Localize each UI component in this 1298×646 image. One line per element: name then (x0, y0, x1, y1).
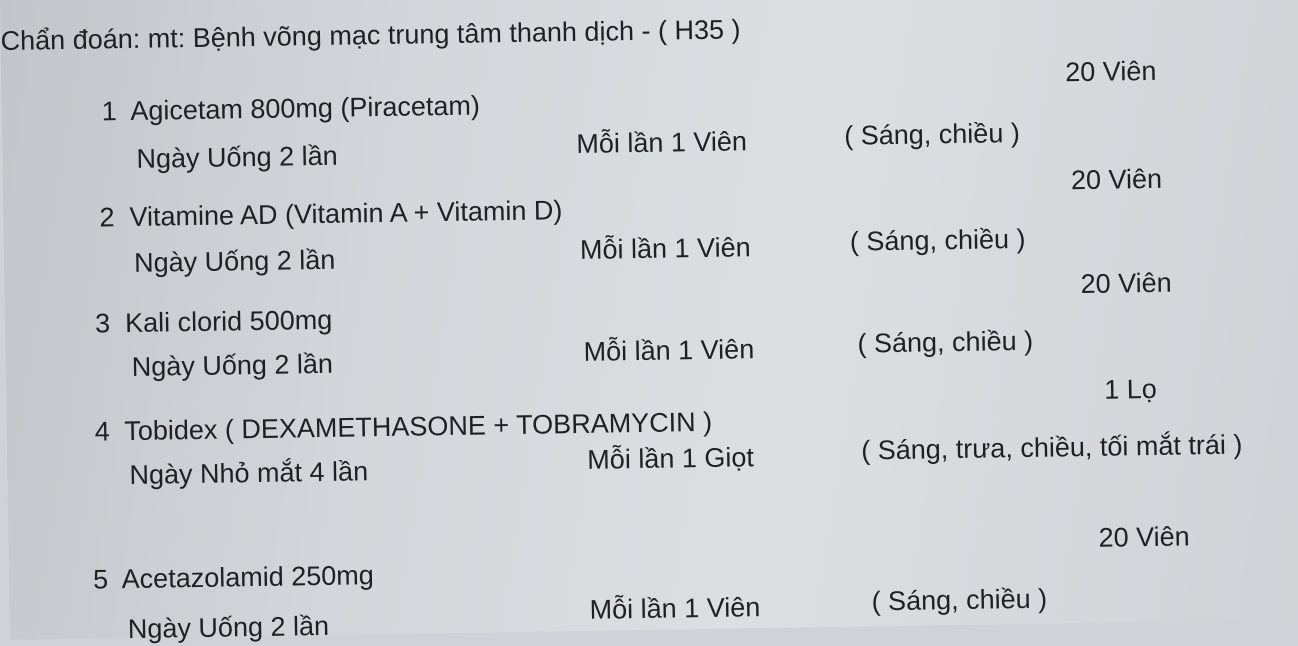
item-4-usage: Ngày Nhỏ mắt 4 lần (129, 456, 369, 491)
item-4-dose: Mỗi lần 1 Giọt (587, 442, 755, 475)
item-1-quantity: 20 Viên (1065, 55, 1157, 88)
item-4-drug: Tobidex ( DEXAMETHASONE + TOBRAMYCIN ) (124, 406, 713, 447)
item-5-dose: Mỗi lần 1 Viên (589, 592, 761, 625)
item-2-name: 2 Vitamine AD (Vitamin A + Vitamin D) (99, 195, 562, 232)
item-2-time: ( Sáng, chiều ) (849, 223, 1026, 257)
item-5-quantity: 20 Viên (1098, 521, 1190, 553)
item-3-usage: Ngày Uống 2 lần (131, 348, 334, 382)
item-2-dose: Mỗi lần 1 Viên (579, 232, 751, 265)
item-4-name: 4 Tobidex ( DEXAMETHASONE + TOBRAMYCIN ) (95, 407, 713, 447)
item-3-time: ( Sáng, chiều ) (857, 325, 1034, 359)
item-4-quantity: 1 Lọ (1104, 373, 1158, 405)
item-5-usage: Ngày Uống 2 lần (127, 610, 330, 645)
item-4-time: ( Sáng, trưa, chiều, tối mắt trái ) (860, 429, 1243, 466)
item-1-name: 1 Agicetam 800mg (Piracetam) (102, 90, 481, 126)
item-2-usage: Ngày Uống 2 lần (133, 244, 336, 278)
item-2-drug: Vitamine AD (Vitamin A + Vitamin D) (129, 195, 563, 232)
item-3-quantity: 20 Viên (1080, 267, 1172, 300)
item-3-name: 3 Kali clorid 500mg (95, 305, 333, 339)
item-3-drug: Kali clorid 500mg (124, 304, 333, 339)
item-1-number: 1 (101, 96, 118, 127)
item-2-quantity: 20 Viên (1070, 163, 1163, 196)
item-5-name: 5 Acetazolamid 250mg (93, 560, 374, 594)
diagnosis-line: Chẩn đoán: mt: Bệnh võng mạc trung tâm t… (0, 14, 741, 56)
item-1-dose: Mỗi lần 1 Viên (576, 126, 748, 159)
item-1-usage: Ngày Uống 2 lần (136, 140, 338, 174)
item-5-number: 5 (92, 564, 109, 595)
item-4-number: 4 (94, 416, 111, 447)
prescription-paper: Chẩn đoán: mt: Bệnh võng mạc trung tâm t… (0, 0, 1298, 644)
item-5-time: ( Sáng, chiều ) (871, 583, 1048, 617)
item-3-dose: Mỗi lần 1 Viên (583, 334, 755, 367)
item-5-drug: Acetazolamid 250mg (121, 560, 375, 595)
item-3-number: 3 (94, 308, 111, 339)
item-1-drug: Agicetam 800mg (Piracetam) (130, 90, 481, 126)
item-2-number: 2 (99, 202, 115, 233)
item-1-time: ( Sáng, chiều ) (844, 117, 1021, 151)
